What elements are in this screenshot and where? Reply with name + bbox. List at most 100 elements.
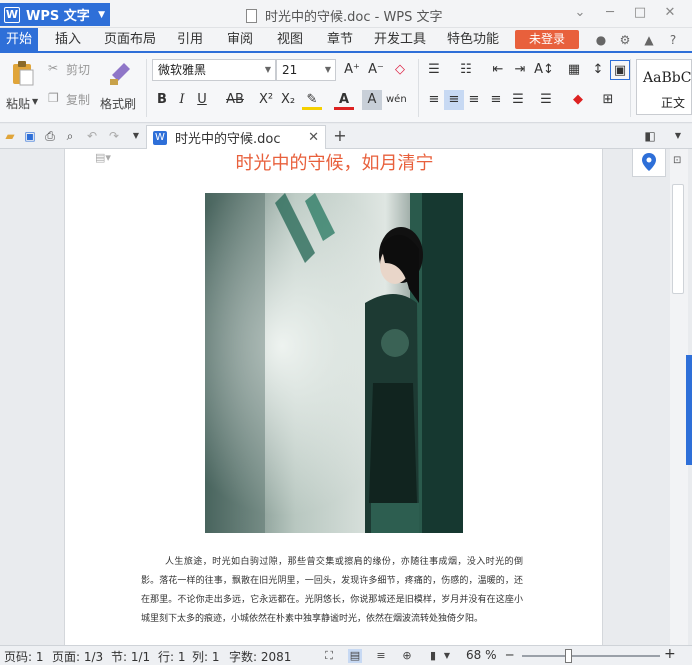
- tab-developer[interactable]: 开发工具: [370, 28, 430, 51]
- shirt-icon[interactable]: ▲: [642, 33, 656, 47]
- scrollbar-thumb[interactable]: [672, 184, 684, 294]
- tab-special-features[interactable]: 特色功能: [442, 28, 504, 51]
- close-tab-icon[interactable]: ✕: [308, 130, 319, 145]
- paste-button[interactable]: 粘贴 ▼: [4, 57, 42, 117]
- body-line: 人生旅途，时光如白驹过隙，那些曾交集或擦肩的缘份，亦随往事成烟，没入时光的: [165, 557, 514, 567]
- tab-references[interactable]: 引用: [172, 28, 208, 51]
- zoom-slider[interactable]: [522, 655, 660, 657]
- zoom-out-button[interactable]: ─: [506, 648, 513, 662]
- minimize-button[interactable]: ─: [602, 5, 618, 21]
- font-size-select[interactable]: 21 ▼: [276, 59, 336, 81]
- web-view-icon[interactable]: ⊕: [400, 649, 414, 663]
- wps-logo-icon: W: [4, 6, 20, 23]
- style-gallery[interactable]: AaBbC 正文: [636, 59, 692, 115]
- format-painter-button[interactable]: 格式刷: [100, 57, 140, 117]
- bold-icon[interactable]: B: [152, 90, 172, 110]
- table-icon[interactable]: ▦: [564, 60, 584, 80]
- print-preview-icon[interactable]: ⌕: [62, 128, 78, 144]
- pane-switch-icon[interactable]: ⊡: [673, 155, 681, 166]
- tab-document[interactable]: W 时光中的守候.doc ✕: [146, 125, 326, 149]
- chevron-down-icon[interactable]: ▼: [440, 649, 454, 663]
- zoom-in-button[interactable]: +: [664, 646, 676, 662]
- open-folder-icon[interactable]: ▰: [2, 128, 18, 144]
- char-shading-icon[interactable]: A: [362, 90, 382, 110]
- side-panel-handle[interactable]: [686, 355, 692, 465]
- paste-label: 粘贴: [6, 97, 31, 111]
- status-row: 行: 1: [158, 650, 186, 664]
- chevron-down-icon[interactable]: ▼: [128, 128, 144, 144]
- numbered-list-icon[interactable]: ☷: [456, 60, 476, 80]
- status-page: 页面: 1/3: [52, 650, 104, 664]
- line-spacing-icon[interactable]: ☰: [536, 90, 556, 110]
- align-right-icon[interactable]: ≡: [464, 90, 484, 110]
- paste-icon: [13, 61, 34, 86]
- print-icon[interactable]: ⎙: [42, 128, 58, 144]
- outline-view-icon[interactable]: ≡: [374, 649, 388, 663]
- copy-button[interactable]: ❐ 复制: [48, 91, 98, 109]
- chevron-down-icon: ▼: [32, 97, 39, 106]
- login-button[interactable]: 未登录: [515, 30, 579, 49]
- ribbon-toolbar: 粘贴 ▼ ✂ 剪切 ❐ 复制 格式刷 微软雅黑 ▼ 21 ▼ A⁺ A⁻ ◇ B…: [0, 53, 692, 123]
- strikethrough-icon[interactable]: AB: [222, 90, 248, 110]
- tab-page-layout[interactable]: 页面布局: [100, 28, 160, 51]
- navigation-pane-button[interactable]: [632, 149, 666, 177]
- app-menu-button[interactable]: W WPS 文字 ▼: [0, 3, 110, 26]
- tab-chapter[interactable]: 章节: [322, 28, 358, 51]
- skin-icon[interactable]: ●: [594, 33, 608, 47]
- status-page-code: 页码: 1: [4, 650, 44, 664]
- font-name-select[interactable]: 微软雅黑 ▼: [152, 59, 276, 81]
- decrease-indent-icon[interactable]: ⇤: [488, 60, 508, 80]
- cut-button[interactable]: ✂ 剪切: [48, 61, 98, 79]
- chevron-down-icon[interactable]: ▼: [670, 128, 686, 144]
- tab-home[interactable]: 开始: [0, 28, 38, 51]
- status-word-count[interactable]: 字数: 2081: [229, 648, 291, 665]
- restore-icon[interactable]: ⌄: [572, 5, 588, 21]
- increase-indent-icon[interactable]: ⇥: [510, 60, 530, 80]
- document-icon: [246, 8, 257, 23]
- undo-icon[interactable]: ↶: [84, 128, 100, 144]
- grow-font-icon[interactable]: A⁺: [342, 60, 362, 80]
- shrink-font-icon[interactable]: A⁻: [366, 60, 386, 80]
- sort-icon[interactable]: ↕: [588, 60, 608, 80]
- align-center-icon[interactable]: ≡: [444, 90, 464, 110]
- new-tab-button[interactable]: +: [332, 128, 348, 144]
- font-size-value: 21: [282, 63, 298, 77]
- page-view-icon[interactable]: ▤: [348, 649, 362, 663]
- panel-icon[interactable]: ◧: [642, 128, 658, 144]
- highlight-icon[interactable]: ✎: [302, 90, 322, 110]
- maximize-button[interactable]: □: [632, 5, 648, 21]
- text-direction-icon[interactable]: A↕: [534, 60, 554, 80]
- status-section: 节: 1/1: [111, 650, 151, 664]
- justify-icon[interactable]: ≡: [486, 90, 506, 110]
- redo-icon[interactable]: ↷: [106, 128, 122, 144]
- underline-icon[interactable]: U: [192, 90, 212, 110]
- superscript-icon[interactable]: X²: [256, 90, 276, 110]
- bullet-list-icon[interactable]: ☰: [424, 60, 444, 80]
- clear-format-icon[interactable]: ◇: [390, 60, 410, 80]
- shading-icon[interactable]: ◆: [568, 90, 588, 110]
- tab-view[interactable]: 视图: [272, 28, 308, 51]
- font-color-icon[interactable]: A: [334, 90, 354, 110]
- zoom-slider-thumb[interactable]: [565, 649, 572, 663]
- borders-icon[interactable]: ⊞: [598, 90, 618, 110]
- distribute-icon[interactable]: ☰: [508, 90, 528, 110]
- phonetic-guide-icon[interactable]: wén: [386, 90, 407, 110]
- subscript-icon[interactable]: X₂: [278, 90, 298, 110]
- format-painter-label: 格式刷: [100, 97, 137, 111]
- document-photo: [205, 193, 463, 533]
- scissors-icon: ✂: [48, 61, 59, 75]
- fullscreen-view-icon[interactable]: ⛶: [322, 649, 336, 663]
- reading-view-icon[interactable]: ▮: [426, 649, 440, 663]
- chevron-down-icon: ▼: [264, 65, 271, 74]
- help-icon[interactable]: ?: [666, 33, 680, 47]
- font-name-value: 微软雅黑: [158, 63, 207, 77]
- settings-icon[interactable]: ⚙: [618, 33, 632, 47]
- show-marks-icon[interactable]: ▣: [610, 60, 630, 80]
- italic-icon[interactable]: I: [172, 90, 192, 110]
- tab-insert[interactable]: 插入: [50, 28, 86, 51]
- tab-review[interactable]: 审阅: [222, 28, 258, 51]
- close-button[interactable]: ✕: [662, 5, 678, 21]
- document-page[interactable]: ▤▾ 时光中的守候，如月清宁 人生旅途，时光如白驹过隙，那些曾交集或擦肩的缘份，…: [64, 149, 603, 645]
- align-left-icon[interactable]: ≡: [424, 90, 444, 110]
- save-icon[interactable]: ▣: [22, 128, 38, 144]
